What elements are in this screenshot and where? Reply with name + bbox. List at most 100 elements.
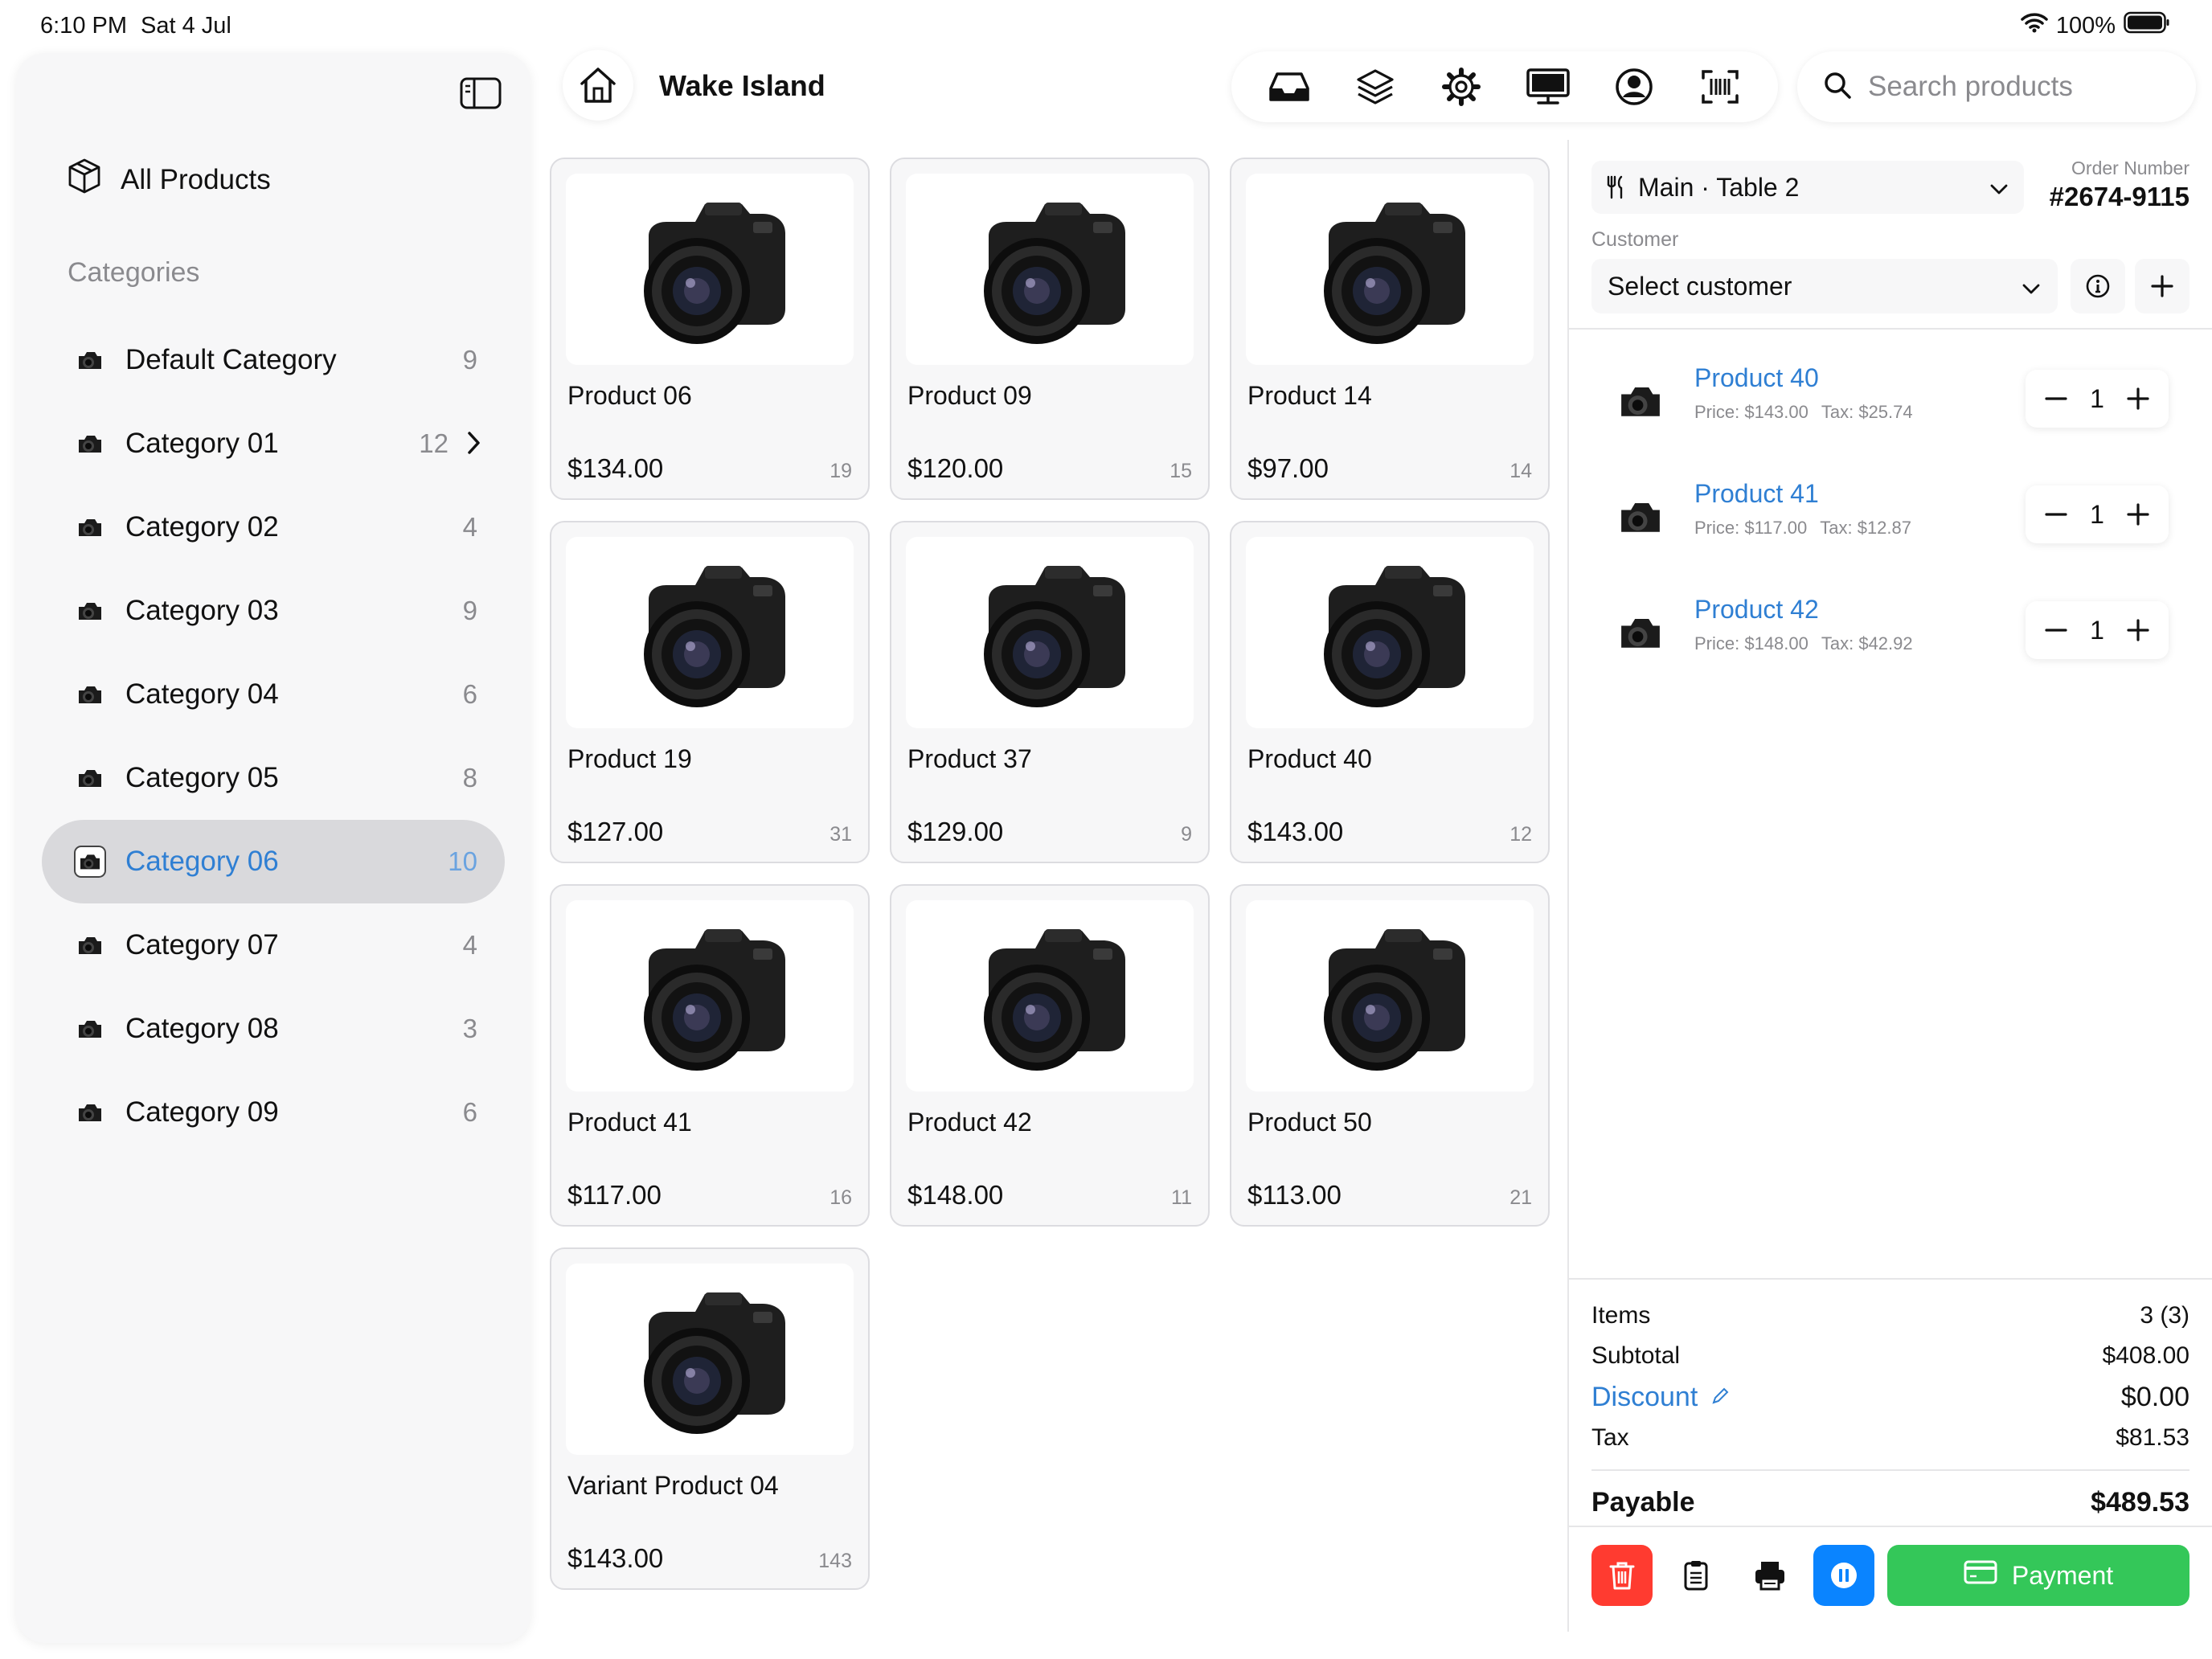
discount-edit-button[interactable]: Discount bbox=[1591, 1382, 1730, 1413]
battery-percent: 100% bbox=[2055, 12, 2116, 39]
decrease-quantity-button[interactable] bbox=[2040, 614, 2072, 646]
decrease-quantity-button[interactable] bbox=[2040, 383, 2072, 415]
cart-item-meta: Price: $117.00 Tax: $12.87 bbox=[1694, 518, 1924, 539]
search-bar[interactable] bbox=[1797, 51, 2196, 122]
home-button[interactable] bbox=[563, 50, 633, 121]
gear-icon[interactable] bbox=[1436, 61, 1487, 113]
summary-payable-row: Payable $489.53 bbox=[1591, 1469, 2189, 1527]
camera-thumbnail-icon bbox=[74, 428, 106, 460]
product-card[interactable]: Product 06 $134.00 19 bbox=[550, 158, 870, 500]
product-card[interactable]: Product 14 $97.00 14 bbox=[1230, 158, 1550, 500]
cart-item[interactable]: Product 40 Price: $143.00 Tax: $25.74 1 bbox=[1591, 357, 2186, 445]
increase-quantity-button[interactable] bbox=[2122, 498, 2154, 530]
customer-select[interactable]: Select customer bbox=[1591, 259, 2058, 313]
product-card[interactable]: Product 41 $117.00 16 bbox=[550, 884, 870, 1227]
category-item[interactable]: Category 05 8 bbox=[42, 736, 505, 820]
pencil-icon bbox=[1710, 1382, 1730, 1413]
increase-quantity-button[interactable] bbox=[2122, 614, 2154, 646]
inbox-tray-icon[interactable] bbox=[1264, 61, 1315, 113]
quantity-value: 1 bbox=[2090, 499, 2104, 529]
category-list: Default Category 9 Category 01 12 Category… bbox=[42, 318, 505, 1154]
status-time: 6:10 PM bbox=[40, 13, 127, 39]
hold-order-button[interactable] bbox=[1813, 1545, 1874, 1606]
cart-item[interactable]: Product 41 Price: $117.00 Tax: $12.87 1 bbox=[1591, 473, 2186, 561]
category-count: 8 bbox=[462, 763, 477, 793]
cart-item-name[interactable]: Product 40 bbox=[1694, 363, 1819, 393]
category-label: Category 01 bbox=[125, 428, 279, 459]
cart-item-name[interactable]: Product 42 bbox=[1694, 595, 1819, 625]
product-price: $143.00 bbox=[1247, 817, 1344, 846]
fork-knife-icon bbox=[1606, 175, 1625, 199]
product-name: Product 40 bbox=[1247, 744, 1372, 773]
category-item-selected[interactable]: Category 06 10 bbox=[42, 820, 505, 903]
user-circle-icon[interactable] bbox=[1608, 61, 1660, 113]
product-card[interactable]: Product 50 $113.00 21 bbox=[1230, 884, 1550, 1227]
order-summary: Items 3 (3) Subtotal $408.00 Discount $0.00… bbox=[1591, 1296, 2189, 1527]
product-card[interactable]: Variant Product 04 $143.00 143 bbox=[550, 1247, 870, 1590]
items-label: Items bbox=[1591, 1302, 1651, 1329]
category-item[interactable]: Default Category 9 bbox=[42, 318, 505, 402]
category-label: Category 06 bbox=[125, 846, 279, 877]
tax-label: Tax bbox=[1591, 1424, 1629, 1451]
product-price: $97.00 bbox=[1247, 453, 1329, 483]
increase-quantity-button[interactable] bbox=[2122, 383, 2154, 415]
order-number-label: Order Number bbox=[2071, 158, 2189, 178]
product-stock: 15 bbox=[1169, 460, 1192, 482]
category-label: Category 09 bbox=[125, 1096, 279, 1128]
product-card[interactable]: Product 37 $129.00 9 bbox=[890, 521, 1210, 863]
category-count: 9 bbox=[462, 345, 477, 375]
product-name: Variant Product 04 bbox=[567, 1471, 779, 1500]
add-customer-button[interactable] bbox=[2135, 259, 2189, 313]
battery-icon bbox=[2124, 11, 2170, 40]
product-image bbox=[906, 900, 1194, 1092]
monitor-icon[interactable] bbox=[1522, 61, 1574, 113]
category-item[interactable]: Category 01 12 bbox=[42, 402, 505, 485]
category-item[interactable]: Category 04 6 bbox=[42, 653, 505, 736]
product-card[interactable]: Product 09 $120.00 15 bbox=[890, 158, 1210, 500]
order-number: #2674-9115 bbox=[2049, 182, 2189, 211]
product-card[interactable]: Product 19 $127.00 31 bbox=[550, 521, 870, 863]
category-item[interactable]: Category 09 6 bbox=[42, 1071, 505, 1154]
pause-icon bbox=[1831, 1563, 1857, 1588]
search-input[interactable] bbox=[1868, 71, 2173, 103]
all-products-item[interactable]: All Products bbox=[66, 158, 271, 202]
category-count: 12 bbox=[419, 428, 449, 458]
category-item[interactable]: Category 07 4 bbox=[42, 903, 505, 987]
summary-subtotal-row: Subtotal $408.00 bbox=[1591, 1336, 2189, 1376]
category-item[interactable]: Category 03 9 bbox=[42, 569, 505, 653]
category-item[interactable]: Category 02 4 bbox=[42, 485, 505, 569]
subtotal-label: Subtotal bbox=[1591, 1342, 1681, 1369]
product-name: Product 09 bbox=[907, 381, 1032, 410]
camera-thumbnail-icon bbox=[1616, 492, 1665, 542]
camera-thumbnail-icon bbox=[1616, 608, 1665, 657]
summary-discount-row[interactable]: Discount $0.00 bbox=[1591, 1376, 2189, 1418]
discount-value: $0.00 bbox=[2120, 1381, 2189, 1412]
payment-button[interactable]: Payment bbox=[1887, 1545, 2189, 1606]
product-stock: 31 bbox=[830, 823, 852, 846]
sidebar-toggle-button[interactable] bbox=[458, 71, 503, 116]
location-select[interactable]: Main · Table 2 bbox=[1591, 161, 2024, 214]
decrease-quantity-button[interactable] bbox=[2040, 498, 2072, 530]
cart-item-name[interactable]: Product 41 bbox=[1694, 479, 1819, 509]
barcode-scan-icon[interactable] bbox=[1694, 61, 1746, 113]
actions-divider bbox=[1569, 1526, 2212, 1527]
product-name: Product 06 bbox=[567, 381, 692, 410]
product-card[interactable]: Product 42 $148.00 11 bbox=[890, 884, 1210, 1227]
cart-item[interactable]: Product 42 Price: $148.00 Tax: $42.92 1 bbox=[1591, 588, 2186, 677]
delete-order-button[interactable] bbox=[1591, 1545, 1653, 1606]
print-button[interactable] bbox=[1739, 1545, 1800, 1606]
order-notes-button[interactable] bbox=[1665, 1545, 1727, 1606]
layers-icon[interactable] bbox=[1350, 61, 1401, 113]
plus-icon bbox=[2151, 275, 2173, 297]
category-item[interactable]: Category 08 3 bbox=[42, 987, 505, 1071]
category-label: Default Category bbox=[125, 344, 337, 375]
quantity-stepper: 1 bbox=[2026, 601, 2169, 659]
product-image bbox=[1246, 900, 1534, 1092]
chevron-right-icon[interactable] bbox=[466, 429, 482, 464]
status-bar: 6:10 PM Sat 4 Jul 100% bbox=[0, 0, 2212, 51]
cart-item-meta: Price: $148.00 Tax: $42.92 bbox=[1694, 633, 1926, 654]
product-name: Product 42 bbox=[907, 1108, 1032, 1137]
customer-info-button[interactable] bbox=[2071, 259, 2125, 313]
summary-items-row: Items 3 (3) bbox=[1591, 1296, 2189, 1336]
product-card[interactable]: Product 40 $143.00 12 bbox=[1230, 521, 1550, 863]
